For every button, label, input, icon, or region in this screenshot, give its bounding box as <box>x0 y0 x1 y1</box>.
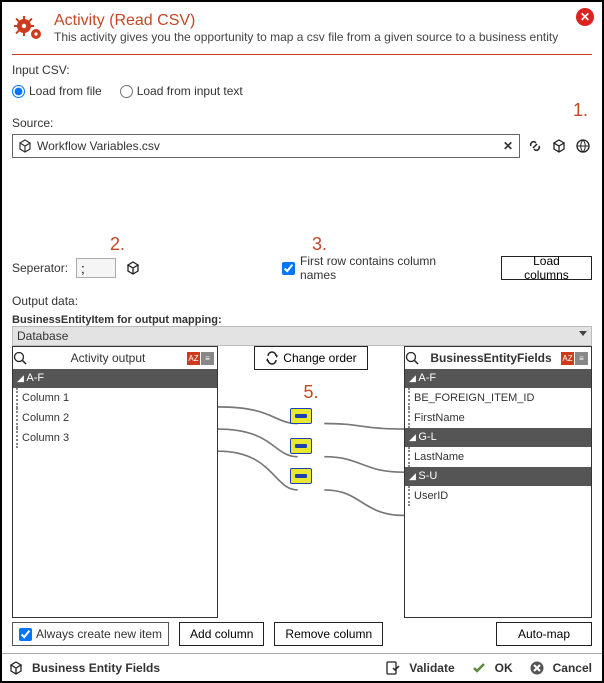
link-icon[interactable] <box>526 137 544 155</box>
chevron-down-icon <box>579 331 587 336</box>
cancel-icon <box>529 660 545 676</box>
footer-label: Business Entity Fields <box>32 661 160 675</box>
dialog-title: Activity (Read CSV) <box>54 12 558 30</box>
group-header[interactable]: G-L <box>405 428 591 447</box>
auto-map-button[interactable]: Auto-map <box>496 622 592 646</box>
field-item[interactable]: FirstName <box>408 408 591 428</box>
input-csv-label: Input CSV: <box>12 63 592 77</box>
clear-source-icon[interactable]: ✕ <box>503 139 513 153</box>
validate-icon <box>385 660 401 676</box>
change-order-button[interactable]: Change order <box>254 346 367 370</box>
field-item[interactable]: Column 2 <box>16 408 217 428</box>
sort-az-icon[interactable]: AZ <box>561 352 574 365</box>
gears-icon <box>12 12 46 46</box>
activity-output-panel: Activity output AZ ≡ A-F Column 1 Column… <box>12 346 218 618</box>
sort-az-icon[interactable]: AZ <box>187 352 200 365</box>
separator-cube-icon[interactable] <box>124 259 142 277</box>
annotation-5: 5. <box>303 382 318 403</box>
add-column-button[interactable]: Add column <box>179 622 264 646</box>
source-input[interactable]: Workflow Variables.csv ✕ <box>12 134 520 158</box>
dialog-header: Activity (Read CSV) This activity gives … <box>12 8 592 55</box>
dialog-read-csv: ✕ Activity (Read CSV) This activity give… <box>0 0 604 683</box>
separator-input[interactable] <box>76 258 116 278</box>
field-item[interactable]: UserID <box>408 486 591 506</box>
group-header[interactable]: A-F <box>405 369 591 388</box>
cube-button-icon[interactable] <box>550 137 568 155</box>
load-columns-button[interactable]: Load columns <box>501 256 592 280</box>
close-icon[interactable]: ✕ <box>576 8 594 26</box>
field-item[interactable]: Column 3 <box>16 428 217 448</box>
group-header[interactable]: A-F <box>13 369 217 388</box>
left-panel-title: Activity output <box>29 351 187 365</box>
cube-icon <box>17 138 33 154</box>
mapping-node[interactable] <box>290 468 312 484</box>
source-value: Workflow Variables.csv <box>37 139 160 153</box>
check-icon <box>471 660 487 676</box>
ok-button[interactable]: OK <box>495 661 513 675</box>
group-header[interactable]: S-U <box>405 467 591 486</box>
mapping-node[interactable] <box>290 438 312 454</box>
remove-column-button[interactable]: Remove column <box>274 622 383 646</box>
sort-options-icon[interactable]: ≡ <box>201 352 214 365</box>
output-data-label: Output data: <box>12 294 592 308</box>
validate-button[interactable]: Validate <box>409 661 454 675</box>
dialog-footer: Business Entity Fields Validate OK Cance… <box>2 653 602 681</box>
always-create-checkbox[interactable]: Always create new item <box>12 622 169 646</box>
mapping-label: BusinessEntityItem for output mapping: <box>12 314 592 326</box>
sort-options-icon[interactable]: ≡ <box>575 352 588 365</box>
expand-left-icon[interactable] <box>13 351 29 365</box>
separator-label: Seperator: <box>12 261 68 275</box>
radio-load-from-text[interactable]: Load from input text <box>120 84 243 98</box>
radio-load-from-text-input[interactable] <box>120 85 133 98</box>
business-entity-fields-panel: BusinessEntityFields AZ ≡ A-F BE_FOREIGN… <box>404 346 592 618</box>
field-item[interactable]: BE_FOREIGN_ITEM_ID <box>408 388 591 408</box>
annotation-3: 3. <box>312 234 327 255</box>
globe-icon[interactable] <box>574 137 592 155</box>
source-label: Source: <box>12 116 592 130</box>
first-row-label: First row contains column names <box>300 254 461 282</box>
cancel-button[interactable]: Cancel <box>553 661 592 675</box>
field-item[interactable]: LastName <box>408 447 591 467</box>
database-dropdown[interactable]: Database <box>12 326 592 346</box>
radio-load-from-file-input[interactable] <box>12 85 25 98</box>
annotation-2: 2. <box>110 234 125 255</box>
field-item[interactable]: Column 1 <box>16 388 217 408</box>
mapping-node[interactable] <box>290 408 312 424</box>
expand-right-icon[interactable] <box>405 351 421 365</box>
footer-cube-icon <box>8 660 24 676</box>
right-panel-title: BusinessEntityFields <box>421 351 561 365</box>
dialog-subtitle: This activity gives you the opportunity … <box>54 30 558 44</box>
radio-load-from-file[interactable]: Load from file <box>12 84 102 98</box>
first-row-checkbox[interactable] <box>282 262 295 275</box>
